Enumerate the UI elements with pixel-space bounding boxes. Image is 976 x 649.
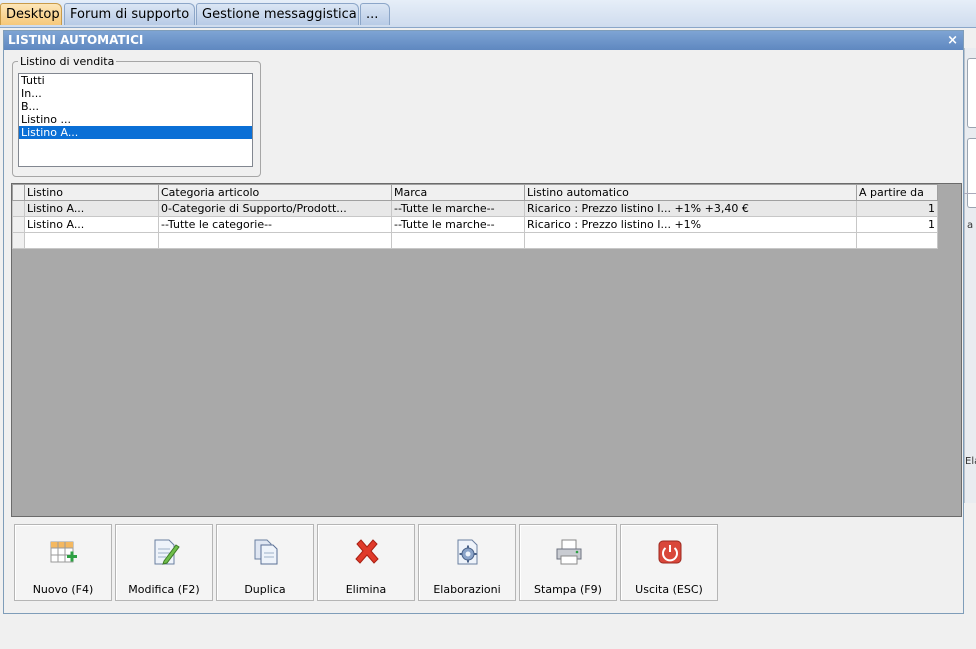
list-item[interactable]: In... <box>19 87 252 100</box>
uscita-button[interactable]: Uscita (ESC) <box>620 524 718 601</box>
cell-a-partire-da[interactable] <box>856 232 938 249</box>
table-row-new[interactable] <box>12 232 938 249</box>
process-gear-icon <box>457 539 478 565</box>
button-label: Stampa (F9) <box>534 583 602 596</box>
duplica-button[interactable]: Duplica <box>216 524 314 601</box>
cell-listino-automatico[interactable] <box>524 232 857 249</box>
table-header-row: Listino Categoria articolo Marca Listino… <box>12 184 938 201</box>
background-text: Ela <box>965 456 976 467</box>
row-header-corner <box>12 184 25 201</box>
listino-vendita-group: Listino di vendita Tutti In... B... List… <box>12 55 261 177</box>
modifica-button[interactable]: Modifica (F2) <box>115 524 213 601</box>
column-header-categoria[interactable]: Categoria articolo <box>158 184 392 201</box>
list-item[interactable]: B... <box>19 100 252 113</box>
list-item[interactable]: Listino ... <box>19 113 252 126</box>
cell-listino[interactable] <box>24 232 159 249</box>
column-header-listino-automatico[interactable]: Listino automatico <box>524 184 857 201</box>
table-row[interactable]: Listino A... --Tutte le categorie-- --Tu… <box>12 216 938 233</box>
close-icon[interactable]: × <box>947 31 958 50</box>
cell-marca[interactable]: --Tutte le marche-- <box>391 216 525 233</box>
cell-listino[interactable]: Listino A... <box>24 216 159 233</box>
listini-automatici-window: LISTINI AUTOMATICI × Listino di vendita … <box>3 30 964 614</box>
cell-listino-automatico[interactable]: Ricarico : Prezzo listino I... +1% <box>524 216 857 233</box>
window-title: LISTINI AUTOMATICI <box>8 33 144 47</box>
tab-desktop[interactable]: Desktop <box>0 3 62 25</box>
row-header[interactable] <box>12 232 25 249</box>
elimina-button[interactable]: Elimina <box>317 524 415 601</box>
stampa-button[interactable]: Stampa (F9) <box>519 524 617 601</box>
window-title-bar: LISTINI AUTOMATICI × <box>4 31 963 50</box>
printer-icon <box>556 539 582 565</box>
cell-categoria[interactable] <box>158 232 392 249</box>
list-item[interactable]: Tutti <box>19 74 252 87</box>
cell-listino-automatico[interactable]: Ricarico : Prezzo listino I... +1% +3,40… <box>524 200 857 217</box>
elaborazioni-button[interactable]: Elaborazioni <box>418 524 516 601</box>
list-item-selected[interactable]: Listino A... <box>19 126 252 139</box>
button-label: Elimina <box>345 583 387 596</box>
button-label: Uscita (ESC) <box>635 583 703 596</box>
cell-marca[interactable] <box>391 232 525 249</box>
group-legend: Listino di vendita <box>18 55 117 68</box>
data-table: Listino Categoria articolo Marca Listino… <box>12 184 938 249</box>
power-exit-icon <box>658 540 682 564</box>
duplicate-icon <box>254 539 278 565</box>
delete-x-icon <box>355 539 379 564</box>
button-label: Modifica (F2) <box>128 583 200 596</box>
listini-grid[interactable]: Listino Categoria articolo Marca Listino… <box>11 183 962 517</box>
edit-document-icon <box>154 539 180 565</box>
button-label: Duplica <box>244 583 286 596</box>
cell-a-partire-da[interactable]: 1 <box>856 200 938 217</box>
tab-strip: Desktop Forum di supporto Gestione messa… <box>0 0 976 28</box>
background-divider <box>964 193 976 194</box>
column-header-a-partire-da[interactable]: A partire da <box>856 184 938 201</box>
background-window: a Ela <box>964 48 976 503</box>
listino-vendita-listbox[interactable]: Tutti In... B... Listino ... Listino A..… <box>18 73 253 167</box>
button-label: Nuovo (F4) <box>32 583 94 596</box>
background-panel <box>967 138 976 208</box>
button-label: Elaborazioni <box>433 583 501 596</box>
background-text: a <box>967 220 974 231</box>
column-header-marca[interactable]: Marca <box>391 184 525 201</box>
cell-a-partire-da[interactable]: 1 <box>856 216 938 233</box>
tab-more[interactable]: ... <box>360 3 390 25</box>
row-header[interactable] <box>12 216 25 233</box>
table-row[interactable]: Listino A... 0-Categorie di Supporto/Pro… <box>12 200 938 217</box>
nuovo-button[interactable]: Nuovo (F4) <box>14 524 112 601</box>
cell-marca[interactable]: --Tutte le marche-- <box>391 200 525 217</box>
tab-gestione-messaggistica[interactable]: Gestione messaggistica <box>196 3 359 25</box>
tab-forum-di-supporto[interactable]: Forum di supporto <box>64 3 195 25</box>
cell-listino[interactable]: Listino A... <box>24 200 159 217</box>
cell-categoria[interactable]: 0-Categorie di Supporto/Prodott... <box>158 200 392 217</box>
background-panel <box>967 58 976 128</box>
row-header[interactable] <box>12 200 25 217</box>
cell-categoria[interactable]: --Tutte le categorie-- <box>158 216 392 233</box>
new-grid-icon <box>50 541 77 563</box>
column-header-listino[interactable]: Listino <box>24 184 159 201</box>
